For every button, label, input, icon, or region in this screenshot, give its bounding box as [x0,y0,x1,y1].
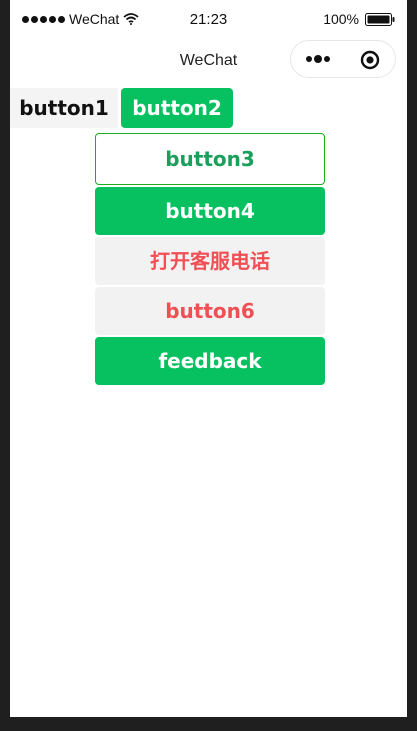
status-right: 100% [323,11,395,27]
button4[interactable]: button4 [95,187,325,235]
button3[interactable]: button3 [95,133,325,185]
button6[interactable]: button6 [95,287,325,335]
feedback-button[interactable]: feedback [95,337,325,385]
contact-service-button[interactable]: 打开客服电话 [95,237,325,285]
button2[interactable]: button2 [121,88,233,128]
battery-icon [365,12,395,26]
capsule-menu [290,40,396,78]
button1[interactable]: button1 [10,88,118,128]
phone-screen: WeChat 21:23 100% WeChat button1 button2… [10,0,407,717]
status-bar: WeChat 21:23 100% [10,0,407,40]
battery-percent: 100% [323,11,359,27]
close-icon[interactable] [360,50,380,70]
more-icon[interactable] [305,53,331,65]
